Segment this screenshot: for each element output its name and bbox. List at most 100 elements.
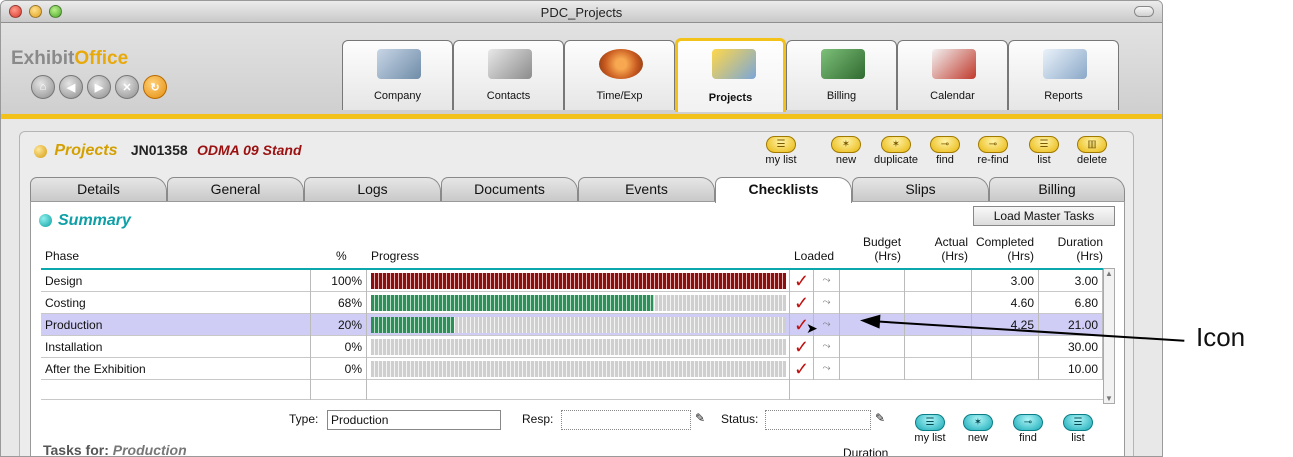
module-tab-contacts[interactable]: Contacts xyxy=(453,40,564,110)
tab-billing[interactable]: Billing xyxy=(989,177,1125,201)
task-link-icon[interactable]: ⤳ xyxy=(814,336,840,358)
back-icon[interactable]: ◀ xyxy=(59,75,83,99)
window-title: PDC_Projects xyxy=(540,5,623,20)
tab-events[interactable]: Events xyxy=(578,177,715,201)
actual-cell xyxy=(905,270,972,292)
list-icon: ☰ xyxy=(915,414,945,431)
table-row[interactable]: Installation 0% ✓ ⤳ 30.00 xyxy=(41,336,1103,358)
new-icon: ✶ xyxy=(963,414,993,431)
percent-cell: 68% xyxy=(311,292,367,314)
type-label: Type: xyxy=(289,412,319,426)
duration-cell: 30.00 xyxy=(1039,336,1103,358)
cancel-icon[interactable]: ✕ xyxy=(115,75,139,99)
progress-fill xyxy=(371,295,654,311)
progress-cell xyxy=(367,314,790,336)
duration-cell: 6.80 xyxy=(1039,292,1103,314)
tab-details[interactable]: Details xyxy=(30,177,167,201)
duration-label: Duration xyxy=(843,446,889,457)
loaded-check-icon[interactable]: ✓ xyxy=(790,292,814,314)
module-tab-company[interactable]: Company xyxy=(342,40,453,110)
duplicate-button[interactable]: ✶ duplicate xyxy=(870,136,922,166)
refind-key-icon: ⊸ xyxy=(978,136,1008,153)
subtab-bar: Details General Logs Documents Events Ch… xyxy=(30,177,1125,203)
loaded-check-icon[interactable]: ✓ xyxy=(790,358,814,380)
module-tab-time-exp[interactable]: Time/Exp xyxy=(564,40,675,110)
summary-heading: Summary xyxy=(39,212,131,230)
progress-fill xyxy=(371,273,786,289)
list-icon: ☰ xyxy=(766,136,796,153)
new-button[interactable]: ✶ new xyxy=(823,136,869,166)
table-row[interactable]: Costing 68% ✓ ⤳ 4.60 6.80 xyxy=(41,292,1103,314)
job-number: JN01358 xyxy=(130,142,188,158)
tasks-my-list-button[interactable]: ☰ my list xyxy=(907,414,953,444)
col-header-phase: Phase xyxy=(45,249,80,263)
actual-cell xyxy=(905,358,972,380)
my-list-button[interactable]: ☰ my list xyxy=(758,136,804,166)
list-icon: ☰ xyxy=(1029,136,1059,153)
module-tab-reports[interactable]: Reports xyxy=(1008,40,1119,110)
col-header-budget: Budget (Hrs) xyxy=(863,235,902,263)
calendar-icon xyxy=(932,49,976,79)
status-label: Status: xyxy=(721,412,759,426)
tab-checklists[interactable]: Checklists xyxy=(715,177,852,203)
home-icon[interactable]: ⌂ xyxy=(31,75,55,99)
task-link-icon[interactable]: ⤳ xyxy=(814,270,840,292)
project-name: ODMA 09 Stand xyxy=(197,142,302,158)
actual-cell xyxy=(905,292,972,314)
refind-button[interactable]: ⊸ re-find xyxy=(970,136,1016,166)
progress-bar xyxy=(371,317,786,333)
phase-cell: Production xyxy=(41,314,311,336)
module-tabs: Company Contacts Time/Exp Projects Billi… xyxy=(342,38,1119,114)
scroll-down-icon[interactable]: ▼ xyxy=(1104,394,1114,403)
percent-cell: 0% xyxy=(311,358,367,380)
resp-label: Resp: xyxy=(522,412,554,426)
scroll-up-icon[interactable]: ▲ xyxy=(1104,269,1114,278)
delete-button[interactable]: ▥ delete xyxy=(1069,136,1115,166)
duration-cell: 3.00 xyxy=(1039,270,1103,292)
tasks-list-button[interactable]: ☰ list xyxy=(1055,414,1101,444)
list-button[interactable]: ☰ list xyxy=(1021,136,1067,166)
task-link-icon[interactable]: ⤳ xyxy=(814,358,840,380)
phase-cell: Installation xyxy=(41,336,311,358)
table-row[interactable]: Design 100% ✓ ⤳ 3.00 3.00 xyxy=(41,270,1103,292)
actual-cell xyxy=(905,336,972,358)
resp-edit-icon[interactable]: ✎ xyxy=(695,411,705,425)
table-row[interactable]: After the Exhibition 0% ✓ ⤳ 10.00 xyxy=(41,358,1103,380)
forward-icon[interactable]: ▶ xyxy=(87,75,111,99)
percent-cell: 100% xyxy=(311,270,367,292)
section-label: Projects xyxy=(54,142,118,159)
type-field[interactable]: Production xyxy=(327,410,501,430)
module-tab-calendar[interactable]: Calendar xyxy=(897,40,1008,110)
tasks-new-button[interactable]: ✶ new xyxy=(955,414,1001,444)
empty-cell xyxy=(311,380,367,400)
find-key-icon: ⊸ xyxy=(1013,414,1043,431)
mouse-cursor-icon: ➤ xyxy=(806,320,818,336)
col-header-completed: Completed (Hrs) xyxy=(975,235,1034,263)
tab-documents[interactable]: Documents xyxy=(441,177,578,201)
loaded-check-icon[interactable]: ✓ xyxy=(790,270,814,292)
projects-icon xyxy=(712,49,756,79)
tasks-find-button[interactable]: ⊸ find xyxy=(1005,414,1051,444)
status-edit-icon[interactable]: ✎ xyxy=(875,411,885,425)
load-master-tasks-button[interactable]: Load Master Tasks xyxy=(973,206,1115,226)
toolbar-toggle-button[interactable] xyxy=(1134,6,1154,17)
refresh-icon[interactable]: ↻ xyxy=(143,75,167,99)
progress-cell xyxy=(367,336,790,358)
module-tab-billing[interactable]: Billing xyxy=(786,40,897,110)
tab-slips[interactable]: Slips xyxy=(852,177,989,201)
task-link-icon[interactable]: ⤳ xyxy=(814,292,840,314)
nav-buttons: ⌂ ◀ ▶ ✕ ↻ xyxy=(31,75,167,99)
find-button[interactable]: ⊸ find xyxy=(922,136,968,166)
new-icon: ✶ xyxy=(831,136,861,153)
loaded-check-icon[interactable]: ✓ xyxy=(790,336,814,358)
status-field[interactable] xyxy=(765,410,871,430)
tab-general[interactable]: General xyxy=(167,177,304,201)
empty-cell xyxy=(41,380,311,400)
col-header-pct: % xyxy=(336,249,347,263)
module-tab-projects[interactable]: Projects xyxy=(675,38,786,112)
resp-field[interactable] xyxy=(561,410,691,430)
app-window: PDC_Projects ExhibitOffice ⌂ ◀ ▶ ✕ ↻ Com… xyxy=(0,0,1163,457)
contacts-phone-icon xyxy=(488,49,532,79)
section-bullet-icon xyxy=(34,145,47,159)
tab-logs[interactable]: Logs xyxy=(304,177,441,201)
